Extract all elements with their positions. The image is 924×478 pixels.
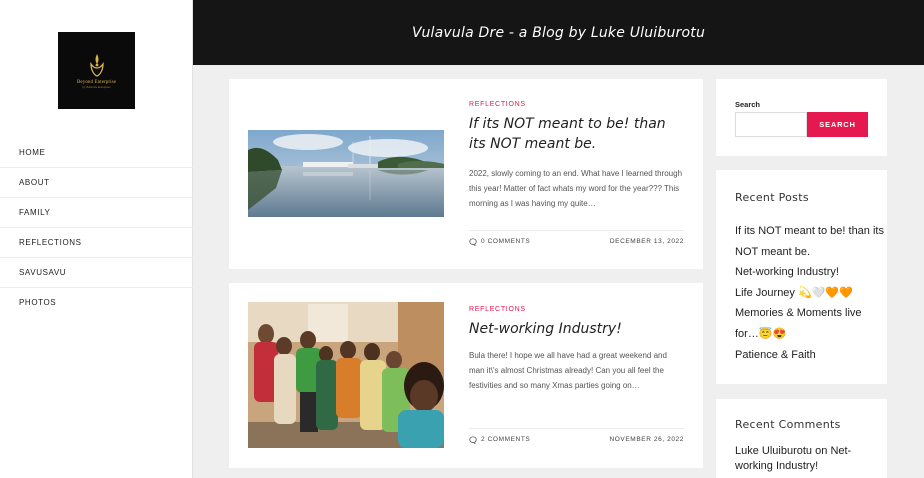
recent-comment-item: Luke Uluiburotu on Net-working Industry! — [735, 444, 885, 474]
comments-link[interactable]: 2 COMMENTS — [469, 435, 531, 444]
nav-item-reflections[interactable]: REFLECTIONS — [0, 228, 193, 258]
recent-comments-title: Recent Comments — [735, 418, 841, 431]
post-date: DECEMBER 13, 2022 — [609, 238, 684, 245]
left-sidebar: Beyond Enterprise by Uluiburotu Enterpri… — [0, 0, 193, 478]
recent-post-link[interactable]: Life Journey 💫🤍🧡🧡 — [735, 283, 885, 304]
recent-posts-widget: Recent Posts If its NOT meant to be! tha… — [716, 170, 887, 384]
post-category[interactable]: REFLECTIONS — [469, 101, 684, 108]
search-label: Search — [735, 100, 761, 109]
comment-on-text: on — [815, 445, 828, 457]
comment-author-link[interactable]: Luke Uluiburotu — [735, 445, 812, 457]
post-category[interactable]: REFLECTIONS — [469, 306, 684, 313]
comment-icon — [469, 435, 477, 444]
post-thumbnail-harbour[interactable] — [248, 130, 444, 217]
site-logo[interactable]: Beyond Enterprise by Uluiburotu Enterpri… — [58, 32, 135, 109]
comments-count: 2 COMMENTS — [481, 436, 531, 443]
post-excerpt: 2022, slowly coming to an end. What have… — [469, 169, 683, 208]
post-date: NOVEMBER 26, 2022 — [609, 436, 684, 443]
nav-item-photos[interactable]: PHOTOS — [0, 288, 193, 318]
post-excerpt: Bula there! I hope we all have had a gre… — [469, 351, 667, 390]
nav-item-savusavu[interactable]: SAVUSAVU — [0, 258, 193, 288]
post-meta: 0 COMMENTS DECEMBER 13, 2022 — [469, 230, 684, 252]
recent-post-link[interactable]: Net-working Industry! — [735, 262, 885, 283]
post-meta: 2 COMMENTS NOVEMBER 26, 2022 — [469, 428, 684, 450]
post-thumbnail-group[interactable] — [248, 302, 444, 448]
main-navigation: HOME ABOUT FAMILY REFLECTIONS SAVUSAVU P… — [0, 138, 193, 318]
comments-count: 0 COMMENTS — [481, 238, 531, 245]
site-title[interactable]: Vulavula Dre - a Blog by Luke Uluiburotu — [412, 25, 705, 41]
hand-logo-icon — [89, 54, 104, 77]
post-card: REFLECTIONS Net-working Industry! Bula t… — [229, 283, 703, 468]
recent-comments-widget: Recent Comments Luke Uluiburotu on Net-w… — [716, 399, 887, 478]
nav-item-family[interactable]: FAMILY — [0, 198, 193, 228]
recent-posts-title: Recent Posts — [735, 191, 809, 204]
comment-icon — [469, 237, 477, 246]
logo-tagline: by Uluiburotu Enterprises — [82, 86, 111, 89]
search-button[interactable]: SEARCH — [807, 112, 868, 137]
comments-link[interactable]: 0 COMMENTS — [469, 237, 531, 246]
post-body: REFLECTIONS If its NOT meant to be! than… — [469, 101, 684, 211]
logo-name: Beyond Enterprise — [76, 80, 117, 85]
post-title[interactable]: Net-working Industry! — [469, 319, 684, 339]
recent-post-link[interactable]: Memories & Moments live for…😇😍 — [735, 303, 885, 344]
recent-posts-list: If its NOT meant to be! than its NOT mea… — [735, 221, 885, 365]
post-title[interactable]: If its NOT meant to be! than its NOT mea… — [469, 114, 684, 154]
recent-post-link[interactable]: Patience & Faith — [735, 345, 885, 366]
nav-item-about[interactable]: ABOUT — [0, 168, 193, 198]
search-input[interactable] — [735, 112, 807, 137]
search-widget: Search SEARCH — [716, 79, 887, 156]
nav-item-home[interactable]: HOME — [0, 138, 193, 168]
recent-post-link[interactable]: If its NOT meant to be! than its NOT mea… — [735, 221, 885, 262]
post-card: REFLECTIONS If its NOT meant to be! than… — [229, 79, 703, 269]
post-body: REFLECTIONS Net-working Industry! Bula t… — [469, 306, 684, 393]
site-header: Vulavula Dre - a Blog by Luke Uluiburotu — [193, 0, 924, 65]
